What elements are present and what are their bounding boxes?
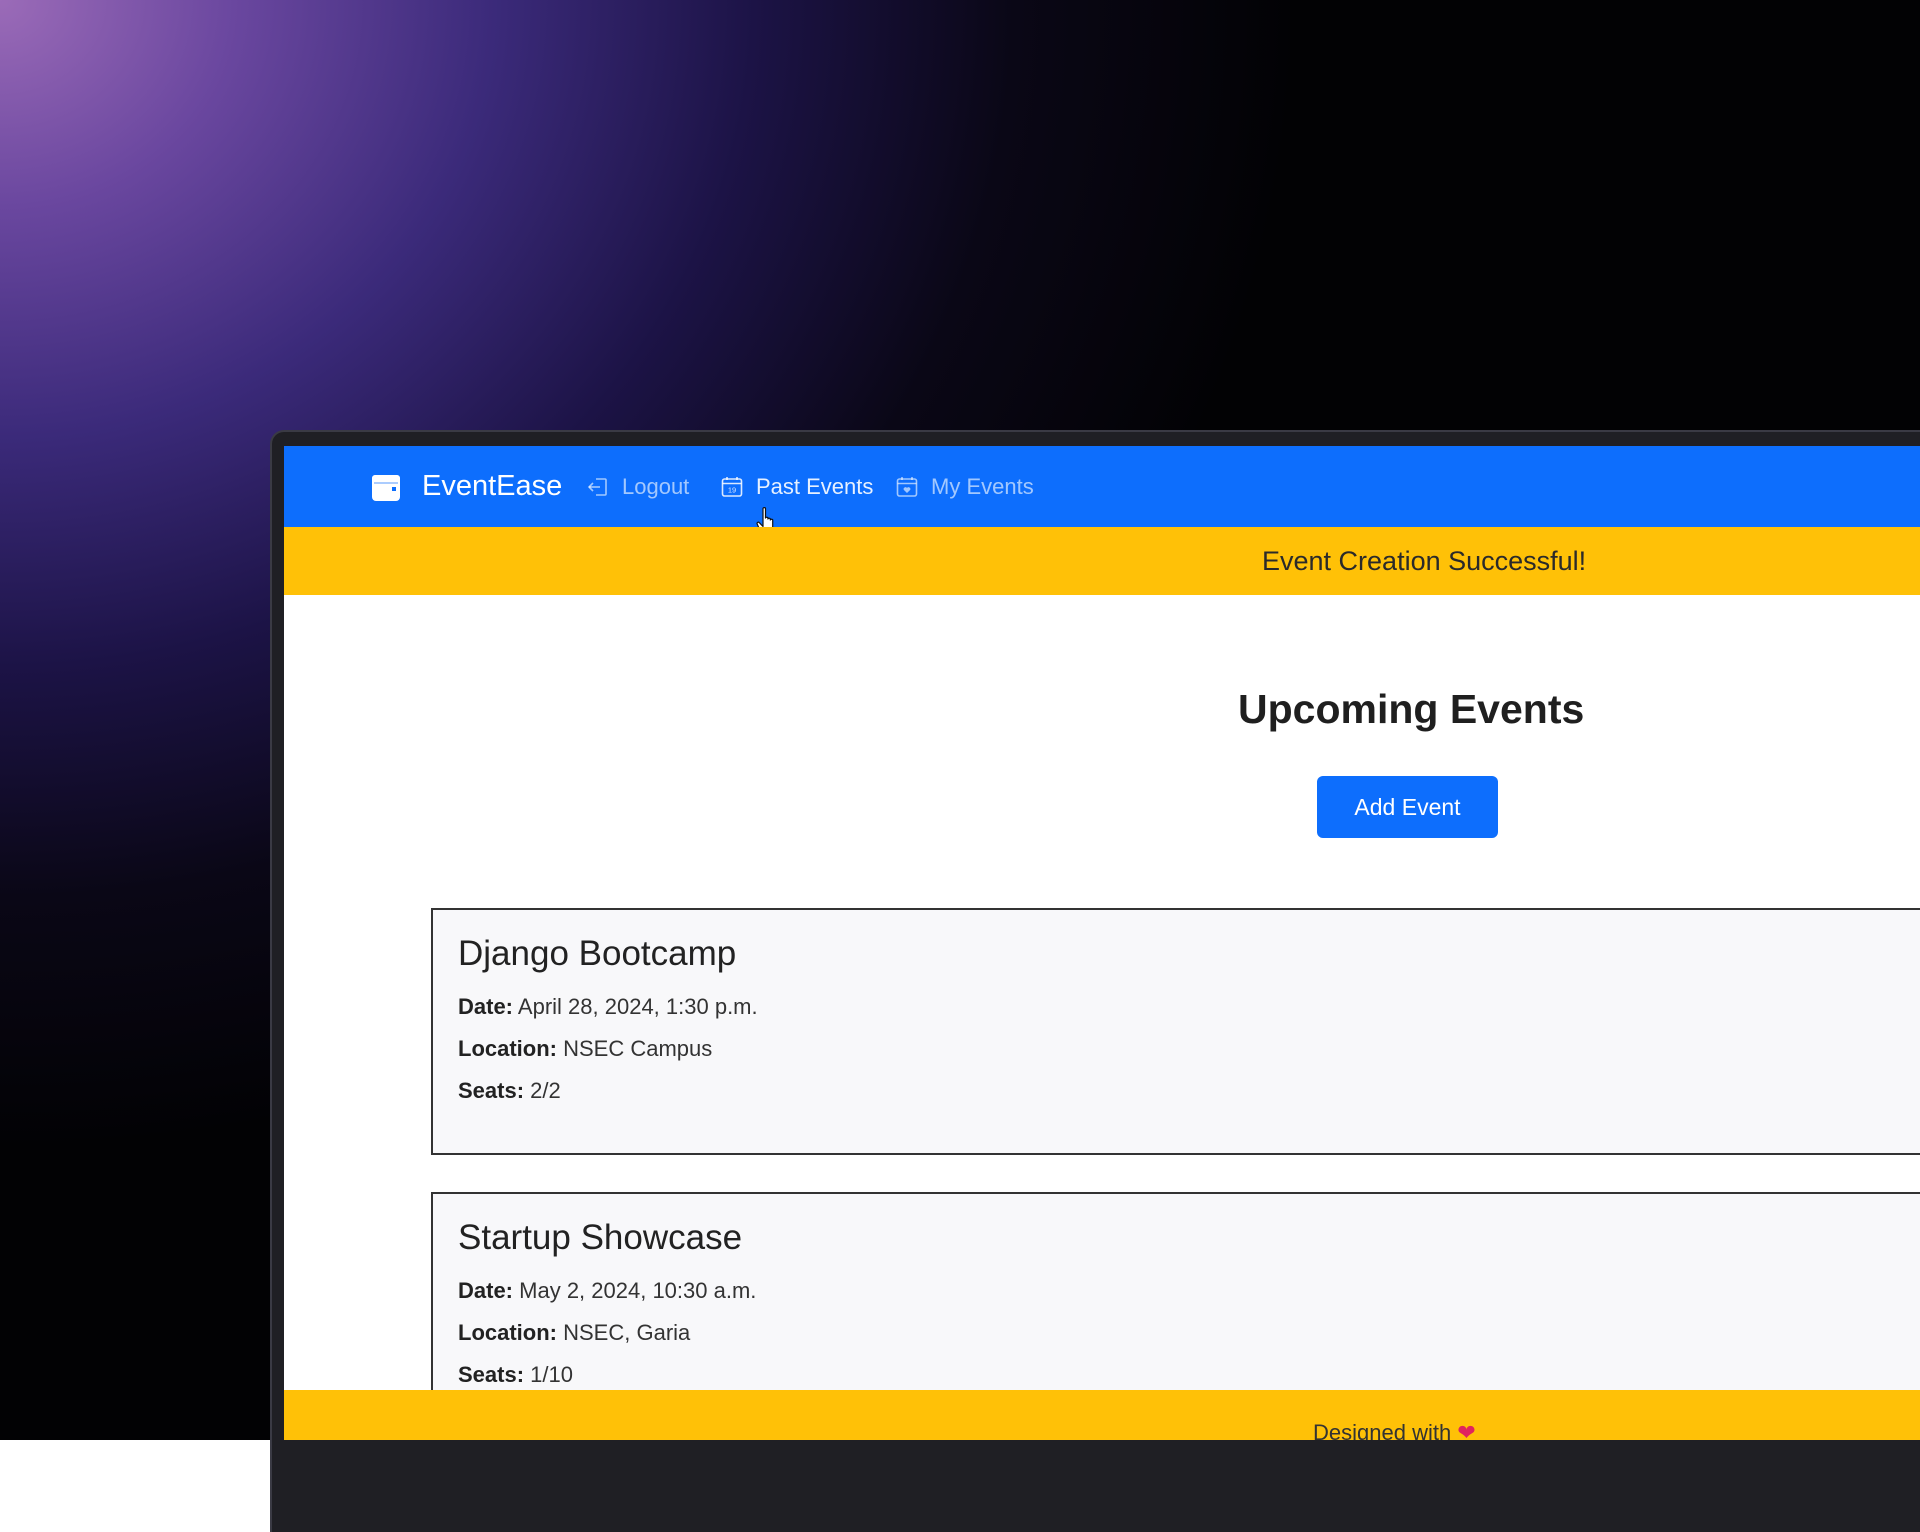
location-value: NSEC, Garia [563,1320,691,1345]
calendar-icon: 19 [721,476,743,497]
nav-my-events-label: My Events [931,473,1034,499]
event-seats: Seats: 1/10 [458,1362,573,1388]
navbar: EventEase Logout 19 Past Events My Event… [284,446,1920,535]
location-label: Location: [458,1036,557,1061]
event-location: Location: NSEC Campus [458,1036,712,1062]
browser-screen: EventEase Logout 19 Past Events My Event… [284,446,1920,1440]
date-label: Date: [458,994,514,1019]
alert-message: Event Creation Successful! [1262,546,1587,576]
logout-icon [587,477,607,496]
page-title: Upcoming Events [1238,686,1585,732]
event-title: Startup Showcase [458,1218,743,1257]
event-date: Date: April 28, 2024, 1:30 p.m. [458,994,758,1020]
success-alert: Event Creation Successful! [284,527,1920,595]
date-label: Date: [458,1278,514,1303]
date-value: April 28, 2024, 1:30 p.m. [517,994,758,1019]
calendar-icon [372,474,400,501]
seats-label: Seats: [458,1362,525,1387]
nav-logout-label: Logout [622,473,690,499]
event-location: Location: NSEC, Garia [458,1320,690,1346]
location-label: Location: [458,1320,557,1345]
svg-text:19: 19 [728,485,736,494]
nav-past-events[interactable]: 19 Past Events [720,446,873,527]
seats-value: 1/10 [530,1362,573,1387]
footer: Designed with ❤ [284,1390,1920,1440]
nav-my-events[interactable]: My Events [895,446,1034,527]
add-event-button[interactable]: Add Event [1317,776,1498,838]
event-title: Django Bootcamp [458,934,737,973]
calendar-heart-icon [896,476,918,497]
seats-value: 2/2 [530,1078,561,1103]
heart-icon: ❤ [1457,1420,1476,1440]
brand-name: EventEase [422,470,563,502]
event-seats: Seats: 2/2 [458,1078,561,1104]
event-card[interactable]: Django Bootcamp Date: April 28, 2024, 1:… [431,908,1920,1155]
seats-label: Seats: [458,1078,525,1103]
date-value: May 2, 2024, 10:30 a.m. [519,1278,757,1303]
event-date: Date: May 2, 2024, 10:30 a.m. [458,1278,756,1304]
nav-past-events-label: Past Events [756,473,874,499]
nav-logout[interactable]: Logout [586,446,689,527]
location-value: NSEC Campus [563,1036,713,1061]
footer-text: Designed with [1313,1420,1452,1440]
footer-credit: Designed with ❤ [1313,1420,1476,1440]
brand-link[interactable]: EventEase [371,446,562,527]
